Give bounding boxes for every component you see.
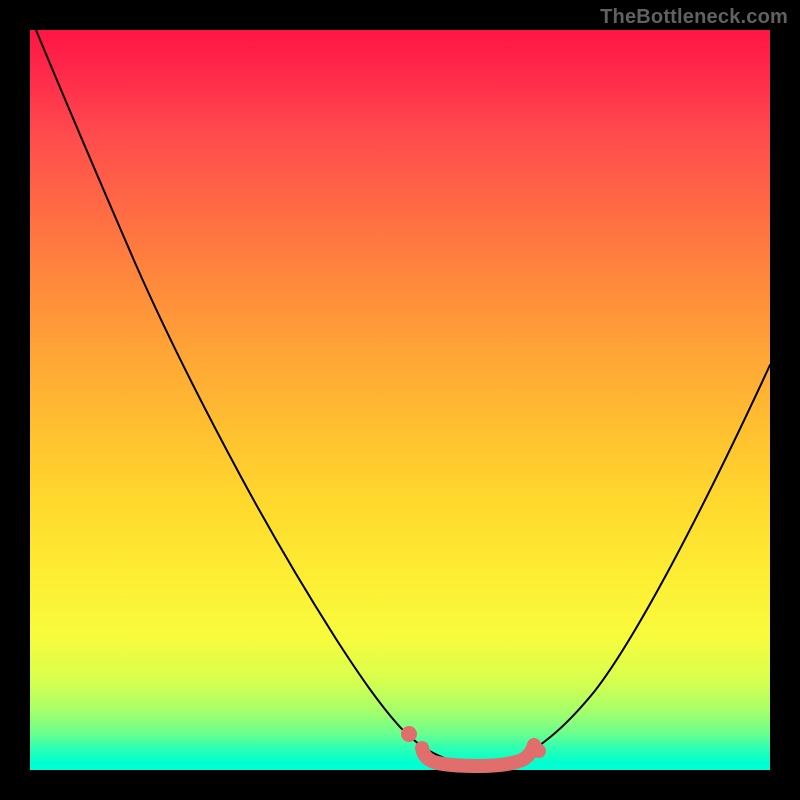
optimal-point-marker-dot bbox=[401, 726, 417, 742]
chart-frame: TheBottleneck.com bbox=[0, 0, 800, 800]
bottleneck-curve bbox=[36, 30, 770, 765]
chart-overlay bbox=[30, 30, 770, 770]
watermark-text: TheBottleneck.com bbox=[600, 6, 788, 29]
